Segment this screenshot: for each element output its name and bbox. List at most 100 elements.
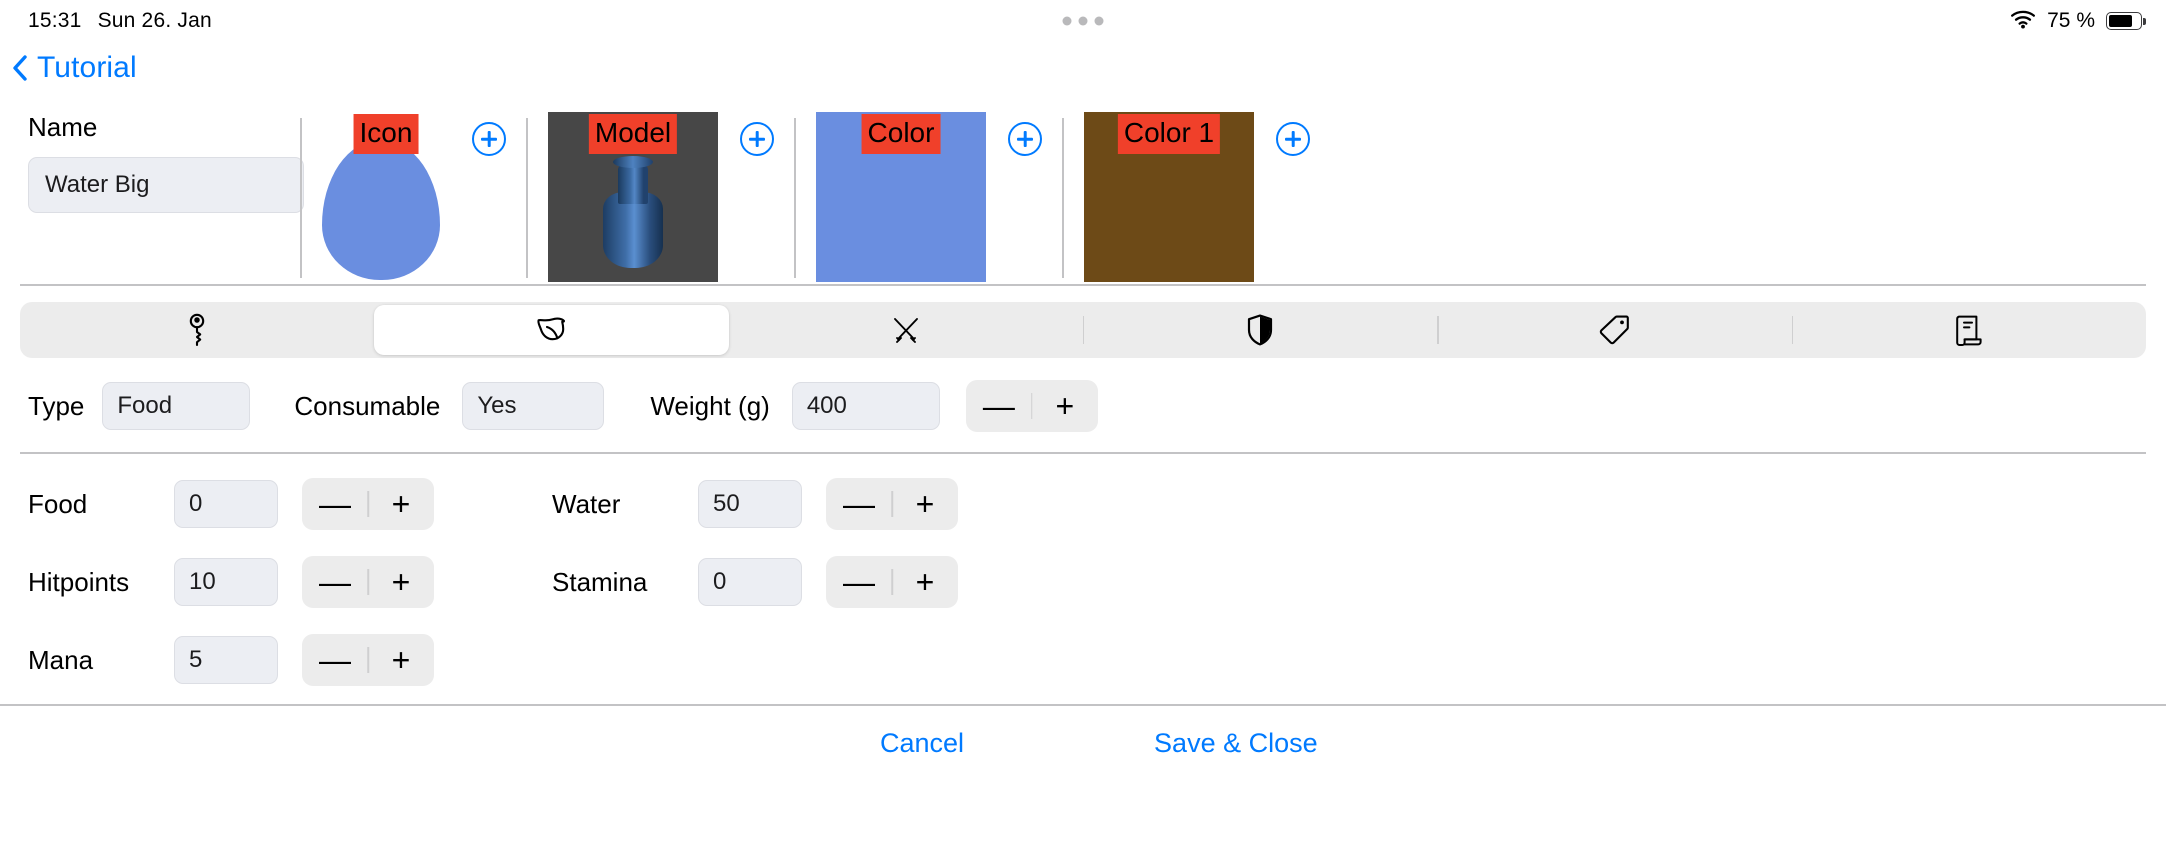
- add-color-button[interactable]: [1008, 122, 1042, 156]
- stamina-plus-button[interactable]: +: [892, 556, 958, 608]
- hitpoints-label: Hitpoints: [28, 566, 130, 597]
- stat-row-mana: Mana 5 — +: [28, 634, 434, 686]
- handle-dot: [1078, 16, 1088, 26]
- weight-stepper[interactable]: — +: [965, 380, 1098, 432]
- cancel-button[interactable]: Cancel: [880, 728, 964, 759]
- add-model-button[interactable]: [740, 122, 774, 156]
- stepper-divider: [367, 647, 369, 673]
- status-bar-right: 75 %: [2010, 9, 2146, 34]
- food-input[interactable]: 0: [174, 480, 278, 528]
- save-and-close-button[interactable]: Save & Close: [1154, 728, 1318, 759]
- model-thumbnail[interactable]: Model: [548, 112, 718, 282]
- tab-food[interactable]: [374, 305, 729, 355]
- status-bar-left: 15:31 Sun 26. Jan: [28, 9, 212, 33]
- color1-asset-cell: Color 1: [1064, 112, 1330, 282]
- stats-columns: Food 0 — + Hitpoints 10 — + Mana 5 — + W…: [28, 478, 2166, 686]
- weight-plus-button[interactable]: +: [1032, 380, 1098, 432]
- status-time: 15:31: [28, 9, 82, 32]
- status-bar: 15:31 Sun 26. Jan 75 %: [0, 0, 2166, 42]
- name-field-group: Name Water Big: [0, 112, 304, 213]
- wifi-icon: [2010, 9, 2036, 34]
- back-button-label: Tutorial: [37, 51, 137, 84]
- food-minus-button[interactable]: —: [302, 478, 368, 530]
- icon-thumbnail[interactable]: Icon: [322, 112, 450, 280]
- color1-tag-label: Color 1: [1117, 114, 1221, 154]
- stat-row-water: Water 50 — +: [552, 478, 958, 530]
- stats-left-column: Food 0 — + Hitpoints 10 — + Mana 5 — +: [28, 478, 434, 686]
- leaf-icon: [534, 316, 568, 344]
- scroll-icon: [1955, 314, 1983, 346]
- type-label: Type: [28, 390, 85, 421]
- water-input[interactable]: 50: [698, 480, 802, 528]
- stepper-divider: [891, 569, 893, 595]
- crossed-swords-icon: [890, 314, 922, 346]
- tab-tag[interactable]: [1437, 302, 1791, 358]
- back-button[interactable]: Tutorial: [12, 51, 137, 85]
- handle-dot: [1094, 16, 1104, 26]
- icon-asset-cell: Icon: [302, 112, 526, 280]
- hitpoints-minus-button[interactable]: —: [302, 556, 368, 608]
- key-icon: [184, 313, 210, 347]
- asset-row: Name Water Big Icon Model Color Color 1: [0, 94, 2166, 284]
- hitpoints-plus-button[interactable]: +: [368, 556, 434, 608]
- water-minus-button[interactable]: —: [826, 478, 892, 530]
- battery-percent: 75 %: [2047, 9, 2095, 32]
- stats-right-column: Water 50 — + Stamina 0 — +: [552, 478, 958, 686]
- food-plus-button[interactable]: +: [368, 478, 434, 530]
- shield-icon: [1247, 314, 1273, 346]
- battery-icon: [2106, 12, 2146, 30]
- water-stepper[interactable]: — +: [826, 478, 958, 530]
- icon-tag-label: Icon: [353, 114, 419, 154]
- stamina-minus-button[interactable]: —: [826, 556, 892, 608]
- mana-minus-button[interactable]: —: [302, 634, 368, 686]
- stamina-input[interactable]: 0: [698, 558, 802, 606]
- handle-dot: [1062, 16, 1072, 26]
- stepper-divider: [367, 569, 369, 595]
- hitpoints-stepper[interactable]: — +: [302, 556, 434, 608]
- color1-thumbnail[interactable]: Color 1: [1084, 112, 1254, 282]
- color-thumbnail[interactable]: Color: [816, 112, 986, 282]
- stepper-divider: [1031, 393, 1033, 419]
- stepper-divider: [891, 491, 893, 517]
- add-icon-button[interactable]: [472, 122, 506, 156]
- type-row: Type Food Consumable Yes Weight (g) 400 …: [0, 358, 2166, 452]
- tag-icon: [1598, 314, 1630, 346]
- weight-label: Weight (g): [650, 390, 770, 421]
- category-tab-bar: [20, 302, 2146, 358]
- food-stepper[interactable]: — +: [302, 478, 434, 530]
- weight-input[interactable]: 400: [791, 382, 940, 430]
- type-input[interactable]: Food: [102, 382, 251, 430]
- name-label: Name: [28, 112, 98, 142]
- name-input[interactable]: Water Big: [28, 157, 304, 213]
- tab-document[interactable]: [1791, 302, 2146, 358]
- tab-armor[interactable]: [1082, 302, 1437, 358]
- status-date: Sun 26. Jan: [97, 9, 212, 32]
- footer-actions: Cancel Save & Close: [0, 706, 2166, 768]
- mana-stepper[interactable]: — +: [302, 634, 434, 686]
- chevron-left-icon: [12, 55, 28, 81]
- mana-plus-button[interactable]: +: [368, 634, 434, 686]
- water-label: Water: [552, 488, 621, 519]
- water-plus-button[interactable]: +: [892, 478, 958, 530]
- stat-row-stamina: Stamina 0 — +: [552, 556, 958, 608]
- navigation-bar: Tutorial: [0, 42, 2166, 94]
- mana-input[interactable]: 5: [174, 636, 278, 684]
- stats-section: Food 0 — + Hitpoints 10 — + Mana 5 — + W…: [0, 454, 2166, 704]
- color-asset-cell: Color: [796, 112, 1062, 282]
- model-tag-label: Model: [588, 114, 678, 154]
- consumable-label: Consumable: [294, 390, 441, 421]
- mana-label: Mana: [28, 644, 94, 675]
- hitpoints-input[interactable]: 10: [174, 558, 278, 606]
- weight-minus-button[interactable]: —: [966, 380, 1032, 432]
- tab-weapon[interactable]: [729, 302, 1083, 358]
- multitask-handle[interactable]: [1062, 16, 1104, 26]
- stepper-divider: [367, 491, 369, 517]
- stamina-label: Stamina: [552, 566, 648, 597]
- stat-row-food: Food 0 — +: [28, 478, 434, 530]
- color-tag-label: Color: [861, 114, 941, 154]
- add-color1-button[interactable]: [1276, 122, 1310, 156]
- stamina-stepper[interactable]: — +: [826, 556, 958, 608]
- consumable-input[interactable]: Yes: [462, 382, 605, 430]
- tab-key[interactable]: [20, 302, 374, 358]
- stat-row-hitpoints: Hitpoints 10 — +: [28, 556, 434, 608]
